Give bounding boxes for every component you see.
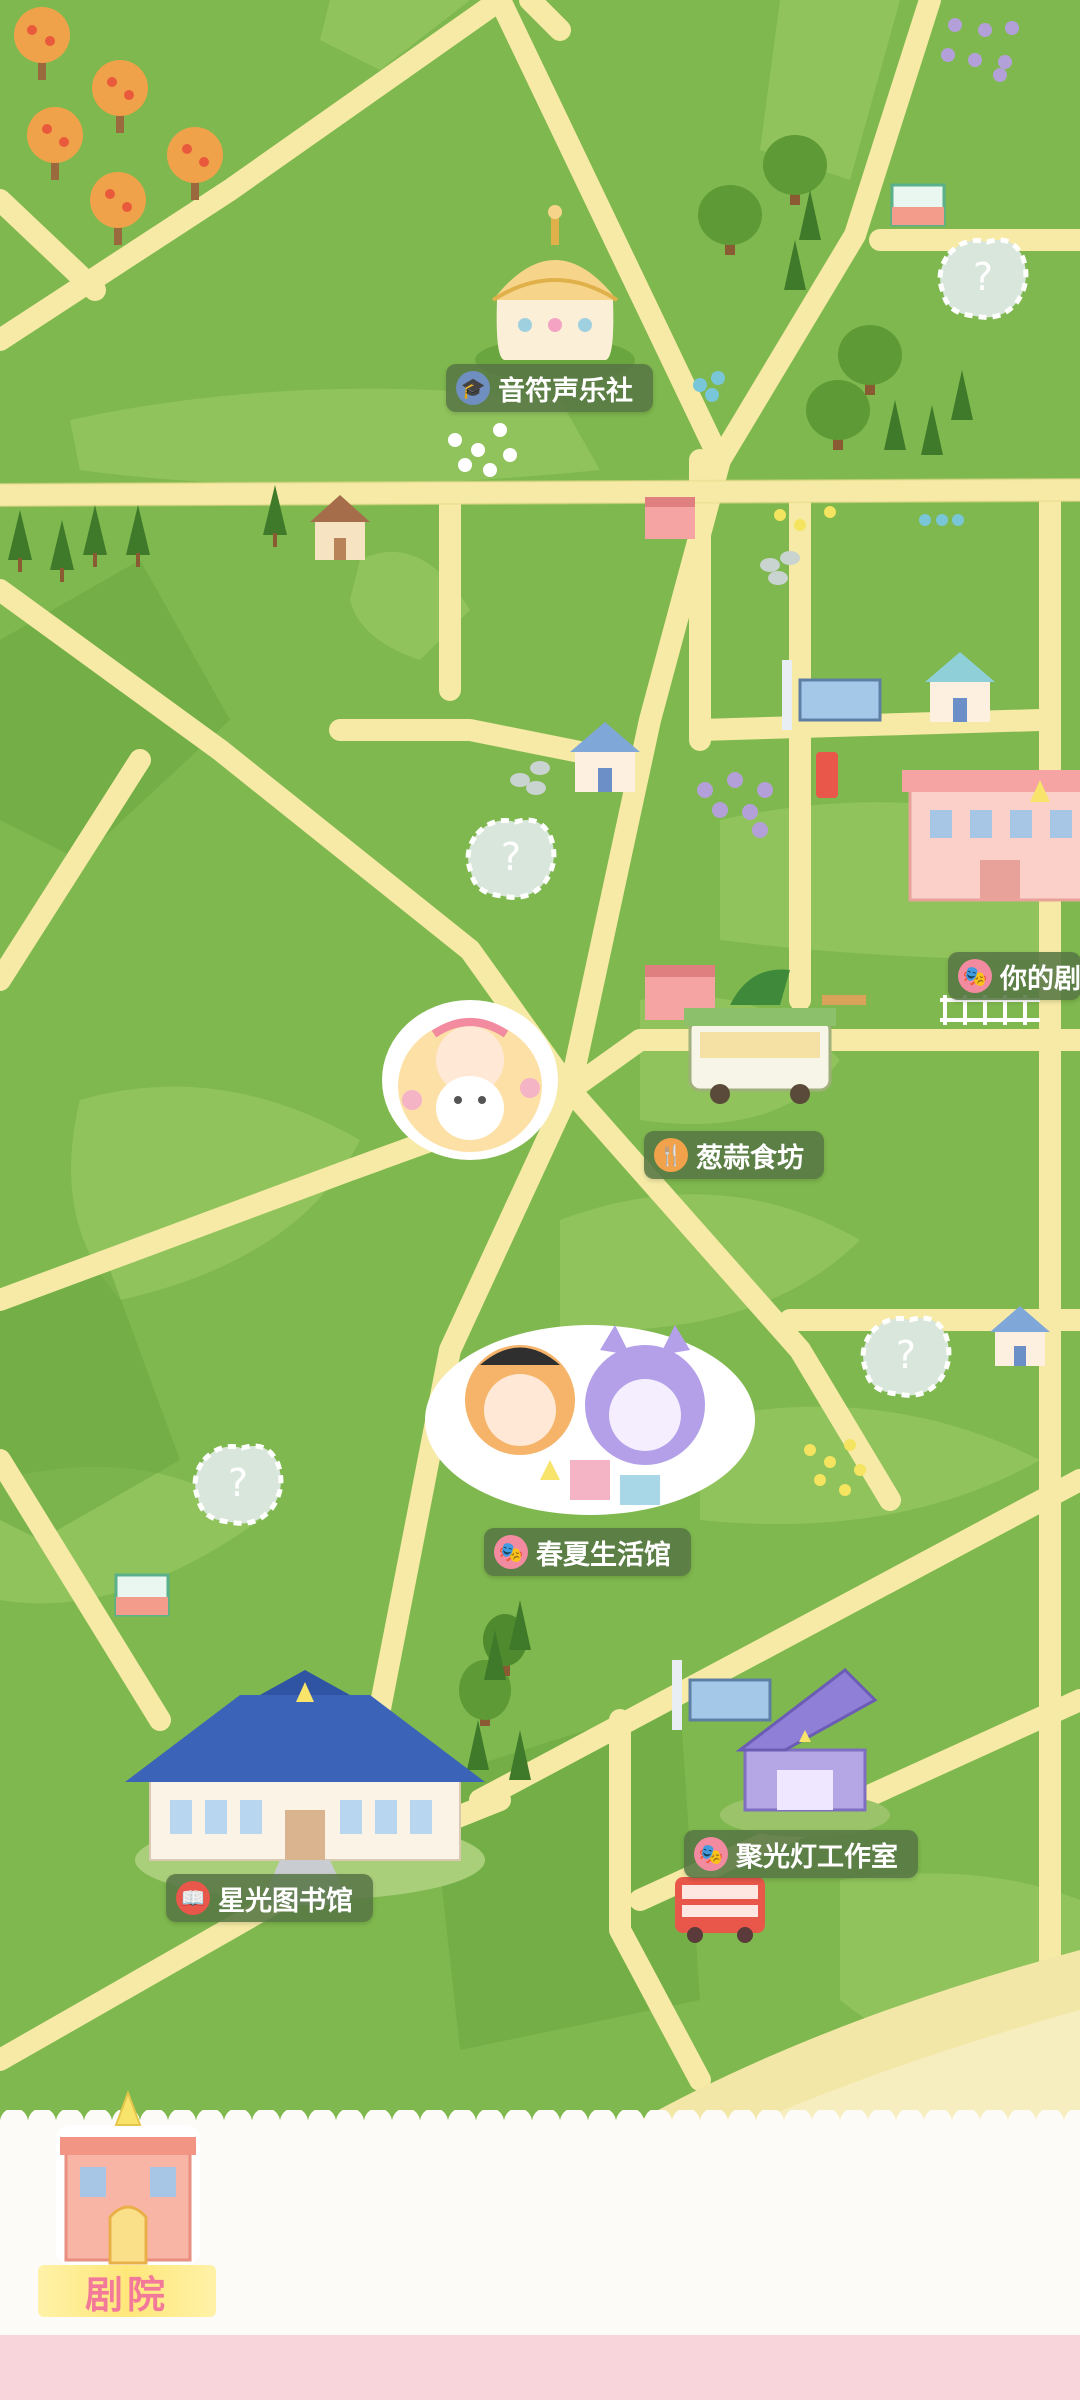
- location-label-text: 你的剧: [1000, 963, 1080, 995]
- location-spring-summer-hall[interactable]: 🎭 春夏生活馆: [484, 1528, 691, 1576]
- phone-booth: [816, 752, 838, 798]
- mystery-location-3[interactable]: ?: [858, 1310, 954, 1402]
- mystery-blob-icon: ?: [860, 1315, 952, 1398]
- graduation-cap-icon: 🎓: [456, 371, 490, 405]
- location-label-text: 音符声乐社: [498, 375, 633, 407]
- location-restaurant[interactable]: 🍴 葱蒜食坊: [644, 1131, 824, 1179]
- theater-masks-icon: 🎭: [494, 1535, 528, 1569]
- bottom-pink-strip: [0, 2335, 1080, 2400]
- mystery-location-4[interactable]: ?: [190, 1438, 286, 1530]
- mystery-question-mark: ?: [896, 1333, 916, 1377]
- mystery-location-2[interactable]: ?: [463, 812, 559, 904]
- theater-masks-icon: 🎭: [694, 1837, 728, 1871]
- theater-tab-label: 剧院: [38, 2265, 216, 2317]
- theater-building-icon: [56, 2090, 200, 2265]
- book-icon: 📖: [176, 1881, 210, 1915]
- theater-tab[interactable]: 剧院: [38, 2085, 218, 2325]
- location-label-text: 星光图书馆: [218, 1885, 353, 1917]
- mystery-blob-icon: ?: [465, 817, 557, 900]
- location-music-club[interactable]: 🎓 音符声乐社: [446, 364, 653, 412]
- location-label-text: 春夏生活馆: [536, 1539, 671, 1571]
- fork-knife-icon: 🍴: [654, 1138, 688, 1172]
- mystery-blob-icon: ?: [937, 237, 1029, 320]
- mystery-question-mark: ?: [228, 1461, 248, 1505]
- pink-theater-building: [902, 770, 1080, 902]
- mystery-question-mark: ?: [501, 835, 521, 879]
- location-yours[interactable]: 🎭 你的剧: [948, 952, 1080, 1000]
- location-spotlight-workshop[interactable]: 🎭 聚光灯工作室: [684, 1830, 918, 1878]
- location-library[interactable]: 📖 星光图书馆: [166, 1874, 373, 1922]
- girl-with-bunny-sticker: [382, 1000, 558, 1160]
- mystery-question-mark: ?: [973, 255, 993, 299]
- mystery-blob-icon: ?: [192, 1443, 284, 1526]
- town-map[interactable]: [0, 0, 1080, 2120]
- theater-masks-icon: 🎭: [958, 959, 992, 993]
- spring-summer-characters-sticker: [425, 1325, 755, 1515]
- location-label-text: 葱蒜食坊: [696, 1142, 804, 1174]
- location-label-text: 聚光灯工作室: [736, 1841, 898, 1873]
- bench: [822, 995, 866, 1005]
- mystery-location-1[interactable]: ?: [935, 232, 1031, 324]
